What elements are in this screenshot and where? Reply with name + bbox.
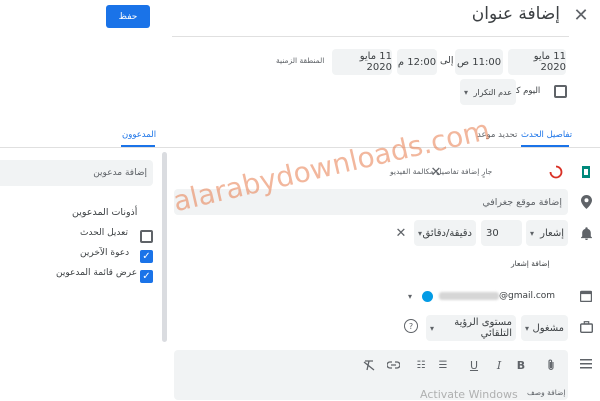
chevron-down-icon: ▾ — [464, 87, 469, 97]
description-placeholder: إضافة وصف — [527, 388, 566, 397]
chevron-down-icon: ▾ — [408, 291, 413, 301]
briefcase-icon — [578, 319, 594, 335]
notification-bell-icon — [578, 225, 594, 241]
close-icon[interactable]: ✕ — [572, 5, 590, 26]
permission-modify-event-label: تعديل الحدث — [80, 228, 129, 238]
title-underline — [172, 36, 569, 37]
chevron-down-icon: ▾ — [430, 323, 435, 333]
permission-modify-event-checkbox[interactable] — [140, 230, 153, 243]
repeat-label: عدم التكرار — [473, 87, 512, 97]
visibility-dropdown[interactable]: مستوى الرؤية التلقائي ▾ — [426, 315, 516, 341]
permission-invite-others-checkbox[interactable]: ✓ — [140, 250, 153, 263]
end-date-field[interactable]: 11 مايو 2020 — [332, 49, 392, 75]
guests-scrollbar[interactable] — [162, 152, 167, 342]
notification-type-dropdown[interactable]: إشعار ▾ — [526, 220, 568, 246]
bulleted-list-icon[interactable]: ☷ — [414, 358, 428, 372]
permission-see-guest-list-label: عرض قائمة المدعوين — [56, 268, 138, 278]
help-icon[interactable]: ? — [404, 319, 418, 333]
italic-icon[interactable]: I — [492, 358, 506, 372]
calendar-color-dot — [422, 290, 433, 302]
start-time-field[interactable]: 11:00 ص — [455, 49, 503, 75]
add-notification-button[interactable]: إضافة إشعار — [511, 259, 550, 268]
end-time-field[interactable]: 12:00 م — [397, 49, 437, 75]
loading-spinner-icon — [548, 164, 564, 180]
repeat-dropdown[interactable]: عدم التكرار ▾ — [460, 79, 516, 105]
notification-unit-label: دقيقة/دقائق — [422, 227, 472, 239]
notification-type-label: إشعار — [540, 227, 564, 239]
all-day-checkbox[interactable] — [554, 85, 567, 98]
timezone-button[interactable]: المنطقة الزمنية — [276, 56, 324, 65]
permission-invite-others-label: دعوة الآخرين — [80, 248, 130, 258]
bold-icon[interactable]: B — [514, 358, 528, 372]
numbered-list-icon[interactable]: ☰ — [436, 358, 450, 372]
calendar-icon — [578, 288, 594, 304]
guest-permissions-title: أذونات المدعوين — [72, 207, 138, 218]
activate-windows-watermark: Activate Windows — [420, 388, 518, 401]
notification-value-input[interactable]: 30 — [481, 220, 522, 246]
calendar-email: @gmail.com — [499, 291, 556, 301]
location-icon — [578, 194, 594, 210]
notification-unit-dropdown[interactable]: دقيقة/دقائق ▾ — [414, 220, 476, 246]
tab-guests[interactable]: المدعوون — [122, 130, 156, 140]
remove-video-icon[interactable]: ✕ — [428, 164, 444, 180]
underline-icon[interactable]: U — [467, 358, 481, 372]
calendar-selector[interactable]: ▾ @gmail.com — [408, 286, 568, 306]
attachment-icon[interactable] — [544, 358, 558, 372]
busy-dropdown[interactable]: مشغول ▾ — [521, 315, 568, 341]
tabs-divider — [0, 147, 600, 148]
visibility-label: مستوى الرؤية التلقائي — [454, 317, 512, 339]
permission-see-guest-list-checkbox[interactable]: ✓ — [140, 270, 153, 283]
chevron-down-icon: ▾ — [525, 323, 530, 333]
calendar-email-blurred — [439, 292, 499, 300]
tab-event-details[interactable]: تفاصيل الحدث — [521, 130, 572, 140]
add-guests-input[interactable]: إضافة مدعوين — [0, 160, 153, 186]
video-call-icon — [578, 164, 594, 180]
link-icon[interactable] — [386, 358, 400, 372]
description-icon — [578, 356, 594, 372]
busy-label: مشغول — [532, 322, 564, 334]
title-input[interactable]: إضافة عنوان — [330, 4, 560, 30]
remove-formatting-icon[interactable] — [362, 358, 376, 372]
start-date-field[interactable]: 11 مايو 2020 — [508, 49, 566, 75]
chevron-down-icon: ▾ — [530, 228, 535, 238]
save-button[interactable]: حفظ — [106, 5, 150, 28]
chevron-down-icon: ▾ — [418, 228, 423, 238]
remove-notification-icon[interactable]: ✕ — [393, 225, 409, 241]
to-label: إلى — [440, 55, 454, 66]
